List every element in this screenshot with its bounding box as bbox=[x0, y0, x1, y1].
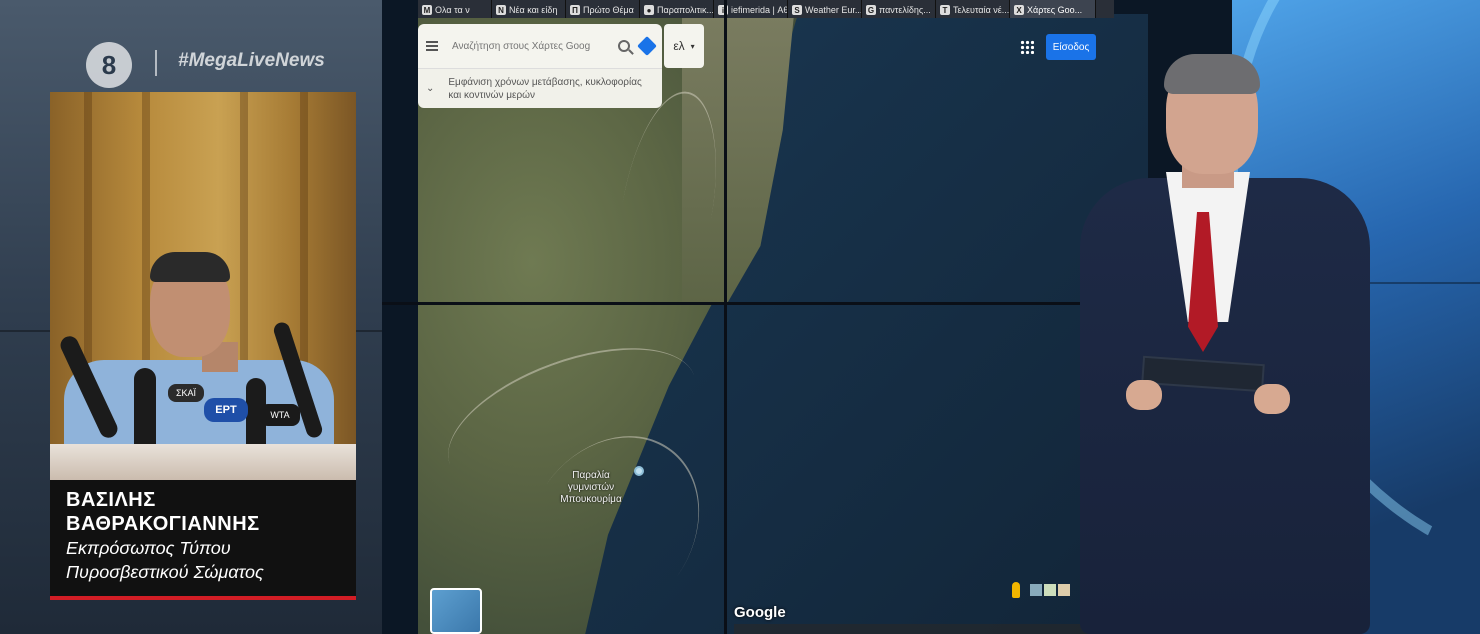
spokesperson-hair bbox=[150, 252, 230, 282]
hashtag-label: #MegaLiveNews bbox=[178, 50, 325, 71]
directions-icon[interactable] bbox=[637, 36, 657, 56]
language-label: ελ bbox=[673, 39, 685, 53]
presenter-hand bbox=[1254, 384, 1290, 414]
browser-tab[interactable]: T Τελευταία νέ... bbox=[936, 0, 1010, 18]
tab-label: Weather Eur... bbox=[805, 5, 862, 15]
chevron-down-icon[interactable]: ⌄ bbox=[426, 83, 434, 94]
browser-tab[interactable]: X Χάρτες Goo... bbox=[1010, 0, 1096, 18]
tab-favicon-icon: N bbox=[496, 5, 506, 15]
google-logo: Google bbox=[734, 604, 786, 621]
tab-label: Χάρτες Goo... bbox=[1027, 5, 1083, 15]
browser-tab[interactable]: S Weather Eur... bbox=[788, 0, 862, 18]
tab-favicon-icon: T bbox=[940, 5, 950, 15]
layer-toggle-thumbnail[interactable] bbox=[430, 588, 482, 634]
lower-third-title-line1: Εκπρόσωπος Τύπου bbox=[66, 538, 231, 558]
tab-label: παντελίδης... bbox=[879, 5, 931, 15]
logo-separator bbox=[155, 50, 157, 76]
pegman-icon[interactable] bbox=[1012, 582, 1020, 598]
wall-seam bbox=[724, 0, 727, 634]
tab-favicon-icon: X bbox=[1014, 5, 1024, 15]
imagery-thumbnails[interactable] bbox=[1030, 584, 1070, 596]
tab-favicon-icon: Π bbox=[570, 5, 580, 15]
mic-flag-mega: WTA bbox=[260, 404, 300, 426]
language-chip[interactable]: ελ ▾ bbox=[664, 24, 704, 68]
mic-flag-ert: ΕΡΤ bbox=[204, 398, 248, 422]
place-pin-icon[interactable] bbox=[634, 466, 644, 476]
tab-favicon-icon: G bbox=[866, 5, 876, 15]
maps-search-input[interactable] bbox=[452, 40, 618, 52]
tab-label: Νέα και είδη bbox=[509, 5, 558, 15]
map-attribution-bar bbox=[734, 624, 1114, 634]
presenter-hand bbox=[1126, 380, 1162, 410]
traffic-hint-text: Εμφάνιση χρόνων μετάβασης, κυκλοφορίας κ… bbox=[448, 76, 642, 101]
lower-third-name-line2: ΒΑΘΡΑΚΟΓΙΑΝΝΗΣ bbox=[66, 513, 260, 535]
podium bbox=[50, 444, 356, 480]
tab-favicon-icon: ● bbox=[644, 5, 654, 15]
presenter bbox=[1076, 54, 1376, 634]
browser-tab[interactable]: Gπαντελίδης... bbox=[862, 0, 936, 18]
tab-label: Ολα τα ν bbox=[435, 5, 470, 15]
tab-favicon-icon: S bbox=[792, 5, 802, 15]
inset-photo: ΣΚΑΪ ΕΡΤ WTA bbox=[50, 92, 356, 480]
lower-third-name-line1: ΒΑΣΙΛΗΣ bbox=[66, 489, 156, 511]
tab-label: iefimerida | Αθλ... bbox=[731, 5, 788, 15]
tab-label: Πρώτο Θέμα bbox=[583, 5, 634, 15]
browser-tab[interactable]: Π Πρώτο Θέμα bbox=[566, 0, 640, 18]
tab-favicon-icon: M bbox=[422, 5, 432, 15]
menu-icon[interactable] bbox=[426, 41, 438, 51]
place-label[interactable]: Παραλία γυμνιστών Μπουκουρίμα bbox=[548, 470, 634, 506]
tab-label: Παραπολιτικ... bbox=[657, 5, 714, 15]
search-icon[interactable] bbox=[618, 40, 630, 52]
channel-logo: 8 bbox=[86, 42, 132, 88]
browser-tab[interactable]: ● Παραπολιτικ... bbox=[640, 0, 714, 18]
maps-search-box[interactable] bbox=[418, 24, 662, 68]
presenter-hair bbox=[1164, 54, 1260, 94]
mic-flag-skai: ΣΚΑΪ bbox=[168, 384, 204, 402]
browser-tab[interactable]: N Νέα και είδη bbox=[492, 0, 566, 18]
lower-third-title-line2: Πυροσβεστικού Σώματος bbox=[66, 562, 264, 582]
browser-tab[interactable]: M Ολα τα ν bbox=[418, 0, 492, 18]
browser-tab-strip: M Ολα τα ν N Νέα και είδη Π Πρώτο Θέμα ● Παραπο… bbox=[418, 0, 1114, 18]
lower-third: ΒΑΣΙΛΗΣ ΒΑΘΡΑΚΟΓΙΑΝΝΗΣ Εκπρόσωπος Τύπου … bbox=[50, 480, 356, 600]
tab-label: Τελευταία νέ... bbox=[953, 5, 1010, 15]
apps-grid-icon[interactable] bbox=[1020, 40, 1034, 54]
traffic-hint-panel[interactable]: ⌄ Εμφάνιση χρόνων μετάβασης, κυκλοφορίας… bbox=[418, 68, 662, 108]
caret-down-icon: ▾ bbox=[690, 41, 695, 51]
